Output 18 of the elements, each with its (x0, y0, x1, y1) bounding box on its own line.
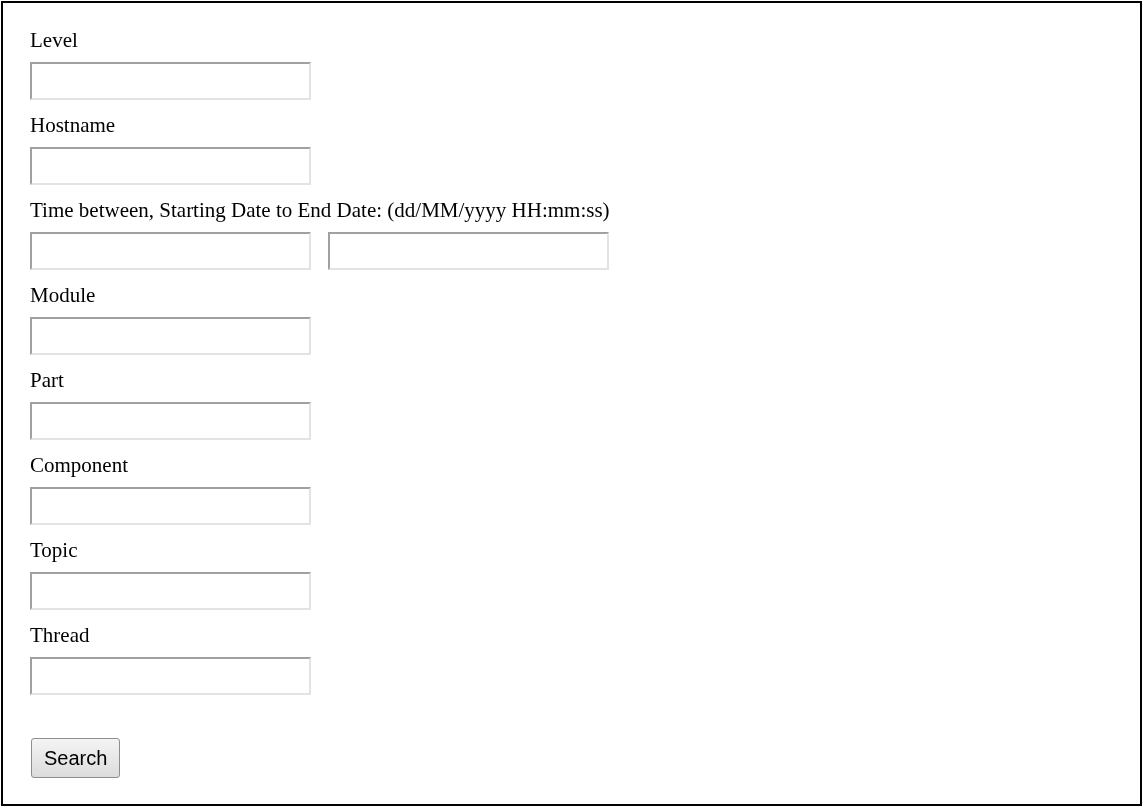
start-date-field[interactable] (30, 232, 311, 270)
end-date-field[interactable] (328, 232, 609, 270)
input-field[interactable] (30, 402, 311, 440)
field-label: Component (30, 452, 129, 479)
field-label: Thread (30, 622, 91, 649)
input-field[interactable] (30, 657, 311, 695)
field-label: Module (30, 282, 97, 309)
input-field[interactable] (30, 487, 311, 525)
search-button[interactable]: Search (31, 738, 121, 778)
input-field[interactable] (30, 317, 311, 355)
field-label: Hostname (30, 112, 117, 139)
field-label: Topic (30, 537, 79, 564)
input-field[interactable] (30, 147, 311, 185)
input-field[interactable] (30, 62, 311, 100)
field-label: Part (30, 367, 65, 394)
input-field[interactable] (30, 572, 311, 610)
field-label: Level (30, 27, 79, 54)
field-label: Time between, Starting Date to End Date: (dd/MM/yyyy HH:mm:ss) (30, 197, 611, 224)
